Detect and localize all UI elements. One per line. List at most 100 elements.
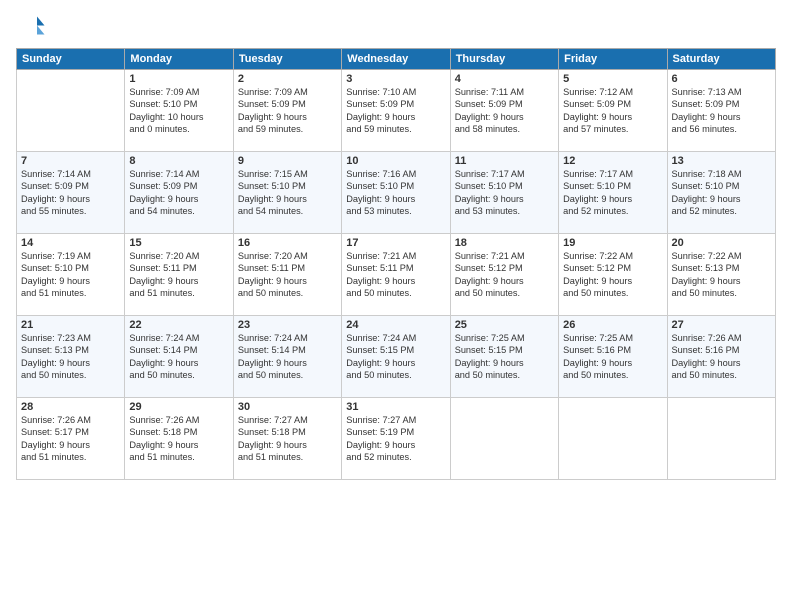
day-info: Sunrise: 7:14 AMSunset: 5:09 PMDaylight:… [21,168,120,218]
page: SundayMondayTuesdayWednesdayThursdayFrid… [0,0,792,612]
day-info: Sunrise: 7:09 AMSunset: 5:10 PMDaylight:… [129,86,228,136]
day-number: 29 [129,401,228,413]
day-number: 11 [455,155,554,167]
day-info: Sunrise: 7:20 AMSunset: 5:11 PMDaylight:… [238,250,337,300]
day-info: Sunrise: 7:13 AMSunset: 5:09 PMDaylight:… [672,86,771,136]
day-info: Sunrise: 7:22 AMSunset: 5:13 PMDaylight:… [672,250,771,300]
day-number: 31 [346,401,445,413]
day-number: 7 [21,155,120,167]
calendar-cell: 27Sunrise: 7:26 AMSunset: 5:16 PMDayligh… [667,316,775,398]
day-info: Sunrise: 7:25 AMSunset: 5:16 PMDaylight:… [563,332,662,382]
calendar-cell: 25Sunrise: 7:25 AMSunset: 5:15 PMDayligh… [450,316,558,398]
day-info: Sunrise: 7:09 AMSunset: 5:09 PMDaylight:… [238,86,337,136]
logo-icon [16,12,46,42]
weekday-sunday: Sunday [17,49,125,70]
calendar-cell [559,398,667,480]
calendar-cell: 12Sunrise: 7:17 AMSunset: 5:10 PMDayligh… [559,152,667,234]
day-info: Sunrise: 7:17 AMSunset: 5:10 PMDaylight:… [563,168,662,218]
calendar-cell: 7Sunrise: 7:14 AMSunset: 5:09 PMDaylight… [17,152,125,234]
calendar-cell: 8Sunrise: 7:14 AMSunset: 5:09 PMDaylight… [125,152,233,234]
weekday-header-row: SundayMondayTuesdayWednesdayThursdayFrid… [17,49,776,70]
calendar-cell [667,398,775,480]
calendar-table: SundayMondayTuesdayWednesdayThursdayFrid… [16,48,776,480]
weekday-thursday: Thursday [450,49,558,70]
calendar-cell: 20Sunrise: 7:22 AMSunset: 5:13 PMDayligh… [667,234,775,316]
calendar-cell: 15Sunrise: 7:20 AMSunset: 5:11 PMDayligh… [125,234,233,316]
day-number: 19 [563,237,662,249]
calendar-cell: 14Sunrise: 7:19 AMSunset: 5:10 PMDayligh… [17,234,125,316]
day-info: Sunrise: 7:19 AMSunset: 5:10 PMDaylight:… [21,250,120,300]
day-number: 27 [672,319,771,331]
day-number: 12 [563,155,662,167]
calendar-cell: 19Sunrise: 7:22 AMSunset: 5:12 PMDayligh… [559,234,667,316]
day-number: 15 [129,237,228,249]
day-number: 18 [455,237,554,249]
day-number: 10 [346,155,445,167]
calendar-cell [17,70,125,152]
calendar-cell: 10Sunrise: 7:16 AMSunset: 5:10 PMDayligh… [342,152,450,234]
day-info: Sunrise: 7:17 AMSunset: 5:10 PMDaylight:… [455,168,554,218]
day-number: 22 [129,319,228,331]
day-number: 2 [238,73,337,85]
weekday-wednesday: Wednesday [342,49,450,70]
day-info: Sunrise: 7:26 AMSunset: 5:17 PMDaylight:… [21,414,120,464]
weekday-tuesday: Tuesday [233,49,341,70]
day-info: Sunrise: 7:20 AMSunset: 5:11 PMDaylight:… [129,250,228,300]
calendar-cell: 5Sunrise: 7:12 AMSunset: 5:09 PMDaylight… [559,70,667,152]
day-number: 3 [346,73,445,85]
day-info: Sunrise: 7:16 AMSunset: 5:10 PMDaylight:… [346,168,445,218]
calendar-cell: 18Sunrise: 7:21 AMSunset: 5:12 PMDayligh… [450,234,558,316]
day-number: 20 [672,237,771,249]
day-number: 17 [346,237,445,249]
day-info: Sunrise: 7:24 AMSunset: 5:15 PMDaylight:… [346,332,445,382]
day-number: 25 [455,319,554,331]
day-info: Sunrise: 7:27 AMSunset: 5:19 PMDaylight:… [346,414,445,464]
calendar-cell: 6Sunrise: 7:13 AMSunset: 5:09 PMDaylight… [667,70,775,152]
day-info: Sunrise: 7:27 AMSunset: 5:18 PMDaylight:… [238,414,337,464]
calendar-cell: 16Sunrise: 7:20 AMSunset: 5:11 PMDayligh… [233,234,341,316]
calendar-cell: 17Sunrise: 7:21 AMSunset: 5:11 PMDayligh… [342,234,450,316]
day-number: 21 [21,319,120,331]
calendar-cell: 26Sunrise: 7:25 AMSunset: 5:16 PMDayligh… [559,316,667,398]
day-info: Sunrise: 7:24 AMSunset: 5:14 PMDaylight:… [129,332,228,382]
day-info: Sunrise: 7:22 AMSunset: 5:12 PMDaylight:… [563,250,662,300]
day-number: 4 [455,73,554,85]
day-number: 8 [129,155,228,167]
calendar-cell: 9Sunrise: 7:15 AMSunset: 5:10 PMDaylight… [233,152,341,234]
calendar-cell: 21Sunrise: 7:23 AMSunset: 5:13 PMDayligh… [17,316,125,398]
day-number: 28 [21,401,120,413]
calendar-week-3: 14Sunrise: 7:19 AMSunset: 5:10 PMDayligh… [17,234,776,316]
day-number: 9 [238,155,337,167]
day-info: Sunrise: 7:26 AMSunset: 5:16 PMDaylight:… [672,332,771,382]
day-info: Sunrise: 7:21 AMSunset: 5:12 PMDaylight:… [455,250,554,300]
day-info: Sunrise: 7:26 AMSunset: 5:18 PMDaylight:… [129,414,228,464]
calendar-cell: 31Sunrise: 7:27 AMSunset: 5:19 PMDayligh… [342,398,450,480]
calendar-cell: 2Sunrise: 7:09 AMSunset: 5:09 PMDaylight… [233,70,341,152]
day-number: 16 [238,237,337,249]
calendar-week-4: 21Sunrise: 7:23 AMSunset: 5:13 PMDayligh… [17,316,776,398]
day-number: 23 [238,319,337,331]
day-number: 6 [672,73,771,85]
calendar-week-5: 28Sunrise: 7:26 AMSunset: 5:17 PMDayligh… [17,398,776,480]
logo [16,12,48,42]
calendar-cell: 22Sunrise: 7:24 AMSunset: 5:14 PMDayligh… [125,316,233,398]
day-info: Sunrise: 7:10 AMSunset: 5:09 PMDaylight:… [346,86,445,136]
header [16,12,776,42]
calendar-cell: 4Sunrise: 7:11 AMSunset: 5:09 PMDaylight… [450,70,558,152]
calendar-cell: 13Sunrise: 7:18 AMSunset: 5:10 PMDayligh… [667,152,775,234]
day-info: Sunrise: 7:23 AMSunset: 5:13 PMDaylight:… [21,332,120,382]
calendar-cell: 3Sunrise: 7:10 AMSunset: 5:09 PMDaylight… [342,70,450,152]
calendar-cell: 24Sunrise: 7:24 AMSunset: 5:15 PMDayligh… [342,316,450,398]
weekday-monday: Monday [125,49,233,70]
calendar-cell: 1Sunrise: 7:09 AMSunset: 5:10 PMDaylight… [125,70,233,152]
day-number: 5 [563,73,662,85]
day-number: 30 [238,401,337,413]
day-info: Sunrise: 7:15 AMSunset: 5:10 PMDaylight:… [238,168,337,218]
day-info: Sunrise: 7:24 AMSunset: 5:14 PMDaylight:… [238,332,337,382]
calendar-cell: 28Sunrise: 7:26 AMSunset: 5:17 PMDayligh… [17,398,125,480]
day-info: Sunrise: 7:18 AMSunset: 5:10 PMDaylight:… [672,168,771,218]
day-number: 1 [129,73,228,85]
weekday-friday: Friday [559,49,667,70]
day-info: Sunrise: 7:21 AMSunset: 5:11 PMDaylight:… [346,250,445,300]
day-number: 14 [21,237,120,249]
